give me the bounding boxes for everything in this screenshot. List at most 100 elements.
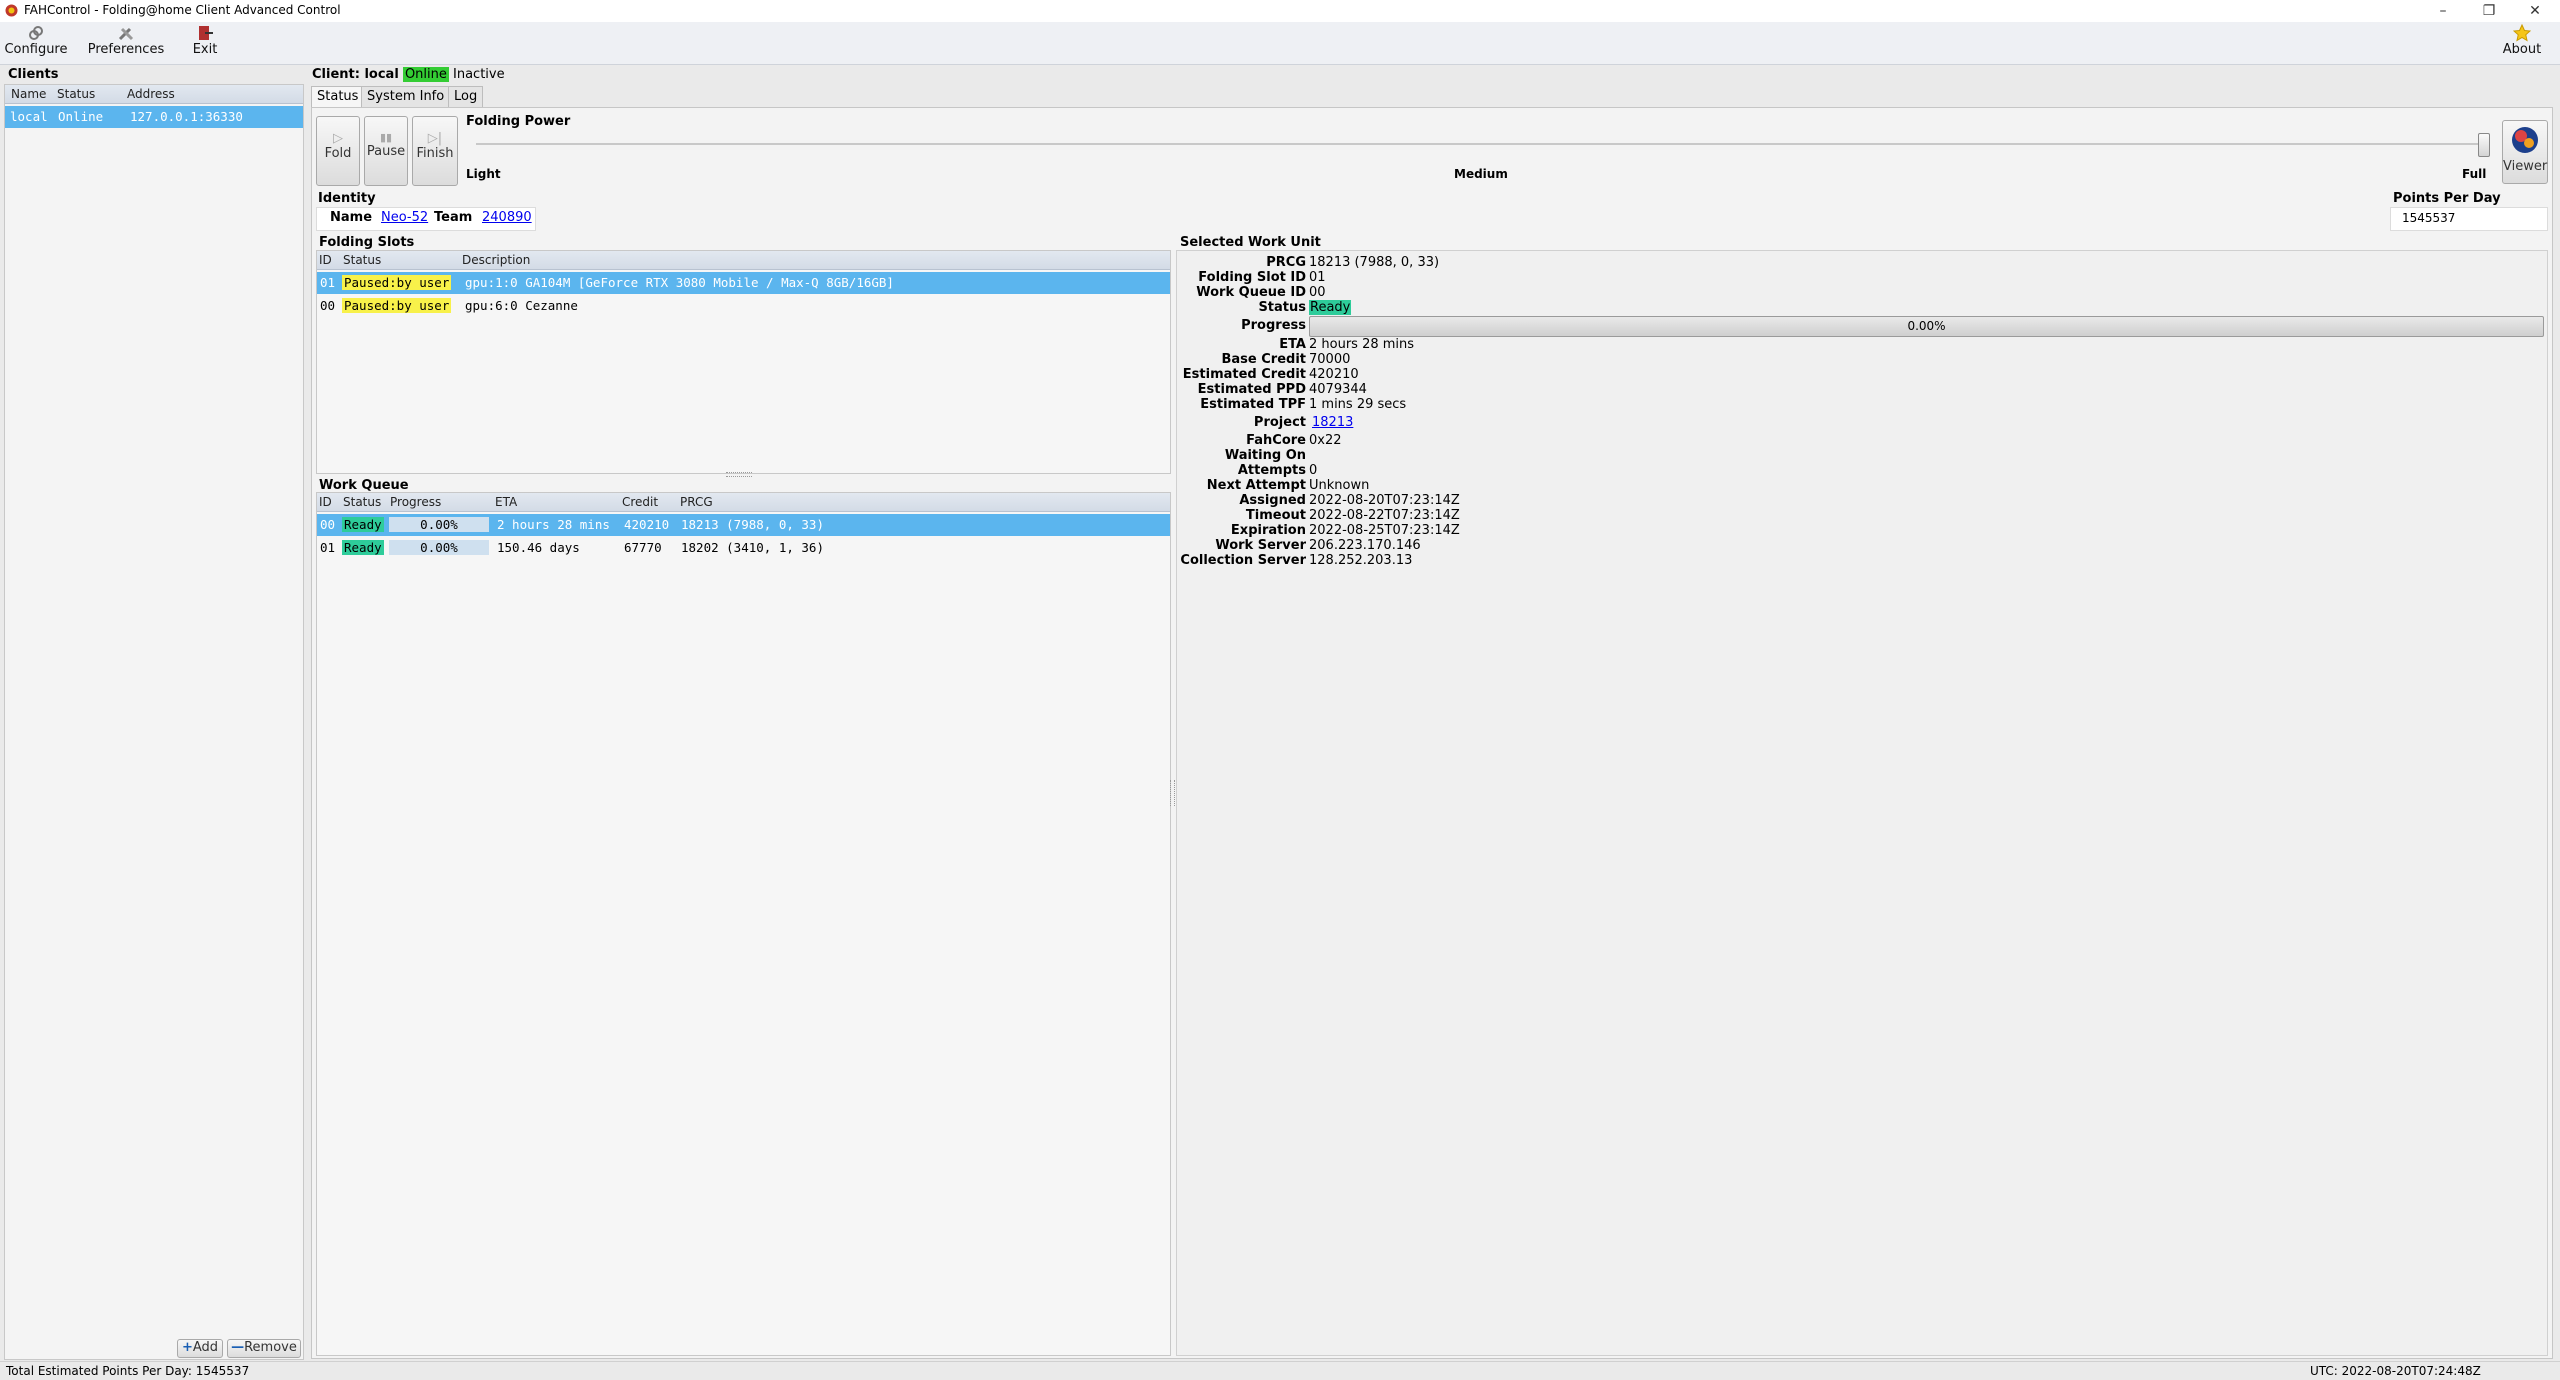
waiting-on-label: Waiting On (1224, 448, 1306, 463)
folding-power-slider-track[interactable] (476, 143, 2484, 145)
about-button[interactable]: About (2500, 24, 2544, 62)
expiration-label: Expiration (1230, 523, 1306, 538)
queue-id-label: Work Queue ID (1196, 285, 1306, 300)
col-description[interactable]: Description (462, 253, 530, 267)
exit-label: Exit (192, 42, 218, 57)
viewer-label: Viewer (2503, 159, 2548, 174)
slots-header: ID Status Description (317, 251, 1170, 270)
vertical-splitter-handle[interactable] (1170, 780, 1175, 806)
slot-status: Paused:by user (342, 298, 452, 313)
queue-progress: 0.00% (389, 517, 489, 532)
queue-row[interactable]: 01 Ready 0.00% 150.46 days 67770 18202 (… (317, 537, 1170, 559)
add-client-button[interactable]: +Add (177, 1339, 223, 1358)
slot-description: gpu:6:0 Cezanne (465, 298, 578, 313)
fahcore-value: 0x22 (1309, 433, 1342, 448)
tab-log[interactable]: Log (448, 86, 484, 107)
col-status[interactable]: Status (343, 253, 381, 267)
identity-team-link[interactable]: 240890 (482, 210, 532, 225)
exit-icon (199, 26, 213, 40)
collection-server-value: 128.252.203.13 (1309, 553, 1413, 568)
queue-prcg: 18213 (7988, 0, 33) (681, 517, 824, 532)
queue-credit: 420210 (624, 517, 670, 532)
col-credit[interactable]: Credit (622, 495, 658, 509)
play-icon: ▷ (333, 131, 343, 146)
link-icon (29, 26, 43, 40)
fold-button[interactable]: ▷ Fold (316, 116, 360, 186)
col-prcg[interactable]: PRCG (680, 495, 713, 509)
col-eta[interactable]: ETA (495, 495, 517, 509)
identity-name-label: Name (330, 210, 373, 225)
folding-slots-title: Folding Slots (319, 235, 415, 250)
total-ppd-status: Total Estimated Points Per Day: 1545537 (6, 1364, 250, 1378)
assigned-label: Assigned (1239, 493, 1306, 508)
col-id[interactable]: ID (319, 253, 332, 267)
folding-slots-table: ID Status Description 01 Paused:by user … (316, 250, 1171, 474)
client-row[interactable]: local Online 127.0.0.1:36330 (5, 106, 303, 128)
slot-row[interactable]: 00 Paused:by user gpu:6:0 Cezanne (317, 295, 1170, 317)
tools-icon (118, 27, 134, 41)
configure-label: Configure (4, 42, 68, 57)
restore-button[interactable]: ❐ (2466, 0, 2512, 22)
col-status[interactable]: Status (57, 87, 95, 101)
exit-button[interactable]: Exit (188, 24, 222, 62)
ppd-title: Points Per Day (2393, 191, 2501, 206)
col-address[interactable]: Address (127, 87, 175, 101)
collection-server-label: Collection Server (1180, 553, 1306, 568)
eta-label: ETA (1279, 337, 1306, 352)
identity-team-label: Team (434, 210, 473, 225)
fahcore-label: FahCore (1246, 433, 1306, 448)
tab-status[interactable]: Status (311, 86, 365, 107)
col-progress[interactable]: Progress (390, 495, 441, 509)
col-name[interactable]: Name (11, 87, 46, 101)
splitter-handle[interactable] (726, 472, 752, 477)
ppd-value: 1545537 (2402, 211, 2456, 225)
attempts-value: 0 (1309, 463, 1318, 478)
identity-title: Identity (318, 191, 376, 206)
queue-eta: 2 hours 28 mins (497, 517, 610, 532)
project-label: Project (1253, 415, 1306, 430)
client-header-prefix: Client: local (312, 67, 399, 82)
configure-button[interactable]: Configure (4, 24, 68, 62)
col-status[interactable]: Status (343, 495, 381, 509)
est-credit-value: 420210 (1309, 367, 1359, 382)
identity-name-link[interactable]: Neo-52 (381, 210, 428, 225)
minimize-button[interactable]: – (2420, 0, 2466, 22)
prcg-value: 18213 (7988, 0, 33) (1309, 255, 1440, 270)
eta-value: 2 hours 28 mins (1309, 337, 1415, 352)
client-name: local (10, 109, 48, 124)
finish-button[interactable]: ▷| Finish (412, 116, 458, 186)
folding-power-slider-thumb[interactable] (2478, 133, 2490, 157)
status-value: Ready (1309, 300, 1352, 315)
est-tpf-label: Estimated TPF (1200, 397, 1306, 412)
power-full-label: Full (2462, 167, 2487, 181)
slot-id: 01 (320, 275, 336, 290)
tab-system-info[interactable]: System Info (361, 86, 451, 107)
project-link[interactable]: 18213 (1312, 415, 1353, 430)
slot-status: Paused:by user (342, 275, 452, 290)
pause-label: Pause (366, 144, 406, 159)
close-button[interactable]: ✕ (2512, 0, 2558, 22)
status-bar: Total Estimated Points Per Day: 1545537 … (0, 1361, 2560, 1380)
power-medium-label: Medium (1454, 167, 1508, 181)
est-credit-label: Estimated Credit (1182, 367, 1306, 382)
slot-row[interactable]: 01 Paused:by user gpu:1:0 GA104M [GeForc… (317, 272, 1170, 294)
remove-label: Remove (244, 1340, 297, 1355)
pause-button[interactable]: ▮▮ Pause (364, 116, 408, 186)
assigned-value: 2022-08-20T07:23:14Z (1309, 493, 1460, 508)
utc-time-status: UTC: 2022-08-20T07:24:48Z (2310, 1364, 2481, 1378)
queue-credit: 67770 (624, 540, 662, 555)
preferences-button[interactable]: Preferences (86, 24, 166, 62)
expiration-value: 2022-08-25T07:23:14Z (1309, 523, 1460, 538)
slot-id: 00 (320, 298, 336, 313)
queue-row[interactable]: 00 Ready 0.00% 2 hours 28 mins 420210 18… (317, 514, 1170, 536)
queue-id: 01 (320, 540, 336, 555)
est-ppd-value: 4079344 (1309, 382, 1367, 397)
queue-header: ID Status Progress ETA Credit PRCG (317, 493, 1170, 512)
slot-description: gpu:1:0 GA104M [GeForce RTX 3080 Mobile … (465, 275, 894, 290)
viewer-button[interactable]: Viewer (2502, 120, 2548, 184)
col-id[interactable]: ID (319, 495, 332, 509)
queue-id: 00 (320, 517, 336, 532)
remove-client-button[interactable]: —Remove (227, 1339, 301, 1358)
slot-id-value: 01 (1309, 270, 1326, 285)
clients-title: Clients (8, 67, 59, 82)
